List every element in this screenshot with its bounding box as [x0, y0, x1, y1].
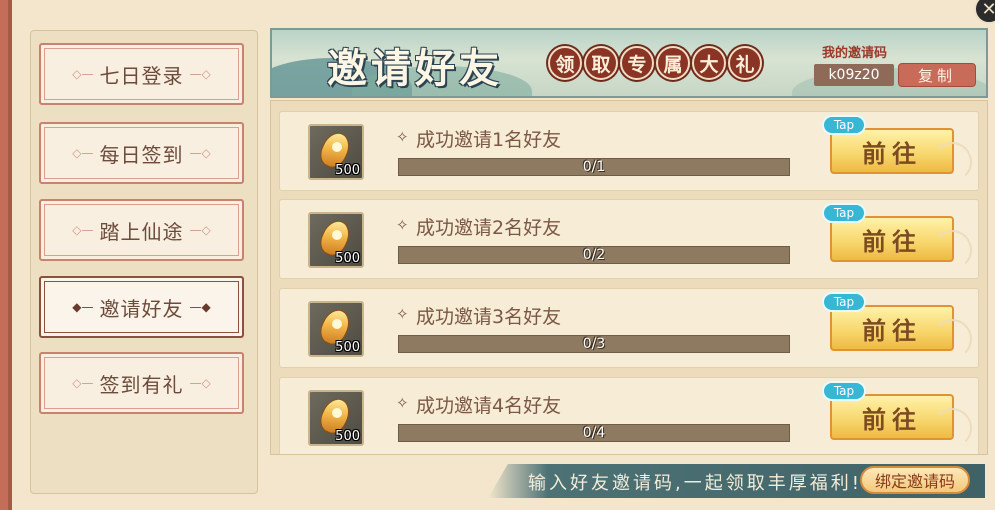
gem-highlight	[332, 408, 342, 418]
reward-quantity: 500	[335, 163, 360, 178]
cloud-swirl-decoration	[932, 142, 972, 182]
tap-badge: Tap	[822, 115, 866, 135]
gift-char: 领	[548, 46, 582, 80]
progress-bar: 0/2	[398, 246, 790, 264]
copy-button[interactable]: 复制	[898, 63, 976, 87]
task-row: 500 ✧ 成功邀请2名好友 0/2 Tap 前往	[279, 199, 979, 279]
banner-title: 邀请好友	[327, 45, 503, 92]
reward-item[interactable]: 500	[308, 212, 364, 268]
invite-code-label: 我的邀请码	[822, 46, 888, 61]
sidebar-item-daily-checkin[interactable]: ◇— 每日签到 —◇	[39, 122, 244, 184]
footer-prompt: 输入好友邀请码,一起领取丰厚福利!	[528, 473, 862, 494]
sidebar-item-label: 七日登录	[99, 63, 184, 88]
reward-item[interactable]: 500	[308, 390, 364, 446]
tap-badge: Tap	[822, 292, 866, 312]
sidebar: ◇— 七日登录 —◇ ◇— 每日签到 —◇ ◇— 踏上仙途 —◇ ◆— 邀请好友…	[30, 30, 258, 494]
task-row: 500 ✧ 成功邀请3名好友 0/3 Tap 前往	[279, 288, 979, 368]
task-label: 成功邀请4名好友	[416, 395, 562, 417]
sidebar-item-label: 踏上仙途	[99, 219, 184, 244]
sparkle-icon: ✧	[396, 216, 409, 234]
gem-highlight	[332, 142, 342, 152]
progress-bar: 0/1	[398, 158, 790, 176]
sidebar-item-journey[interactable]: ◇— 踏上仙途 —◇	[39, 199, 244, 261]
gift-char: 属	[656, 46, 690, 80]
gift-char: 礼	[728, 46, 762, 80]
diamond-ornament-icon: ◇—	[72, 67, 94, 81]
tap-badge: Tap	[822, 203, 866, 223]
diamond-ornament-icon: ◇—	[72, 146, 94, 160]
task-label: 成功邀请1名好友	[416, 129, 562, 151]
diamond-ornament-icon: ◇—	[72, 223, 94, 237]
reward-item[interactable]: 500	[308, 124, 364, 180]
diamond-ornament-icon: —◇	[189, 223, 211, 237]
sidebar-item-seven-day-login[interactable]: ◇— 七日登录 —◇	[39, 43, 244, 105]
progress-text: 0/1	[582, 159, 606, 175]
progress-bar: 0/4	[398, 424, 790, 442]
sparkle-icon: ✧	[396, 394, 409, 412]
progress-text: 0/4	[582, 425, 606, 441]
diamond-ornament-icon: ◆—	[72, 300, 94, 314]
close-icon: ✕	[981, 0, 995, 20]
task-list[interactable]: 500 ✧ 成功邀请1名好友 0/1 Tap 前往 500 ✧ 成功邀请2名好友…	[270, 100, 988, 455]
sidebar-item-label: 邀请好友	[99, 296, 184, 321]
gift-char: 取	[584, 46, 618, 80]
diamond-ornament-icon: —◇	[189, 67, 211, 81]
progress-text: 0/3	[582, 336, 606, 352]
gift-slogan: 领 取 专 属 大 礼	[548, 46, 762, 80]
sparkle-icon: ✧	[396, 128, 409, 146]
sidebar-item-checkin-gift[interactable]: ◇— 签到有礼 —◇	[39, 352, 244, 414]
gem-highlight	[332, 230, 342, 240]
diamond-ornament-icon: —◆	[189, 300, 211, 314]
task-label: 成功邀请3名好友	[416, 306, 562, 328]
diamond-ornament-icon: ◇—	[72, 376, 94, 390]
task-row: 500 ✧ 成功邀请4名好友 0/4 Tap 前往	[279, 377, 979, 454]
reward-quantity: 500	[335, 340, 360, 355]
sparkle-icon: ✧	[396, 305, 409, 323]
bind-invite-code-button[interactable]: 绑定邀请码	[860, 466, 970, 494]
progress-text: 0/2	[582, 247, 606, 263]
sidebar-item-label: 签到有礼	[99, 372, 184, 397]
diamond-ornament-icon: —◇	[189, 376, 211, 390]
reward-item[interactable]: 500	[308, 301, 364, 357]
task-label: 成功邀请2名好友	[416, 217, 562, 239]
diamond-ornament-icon: —◇	[189, 146, 211, 160]
invite-code-value: k09z20	[814, 64, 894, 86]
cloud-swirl-decoration	[932, 408, 972, 448]
invite-banner: 邀请好友 领 取 专 属 大 礼 我的邀请码 k09z20 复制	[270, 28, 988, 98]
sidebar-item-label: 每日签到	[99, 142, 184, 167]
reward-quantity: 500	[335, 251, 360, 266]
cloud-swirl-decoration	[932, 319, 972, 359]
gem-highlight	[332, 319, 342, 329]
tap-badge: Tap	[822, 381, 866, 401]
gift-char: 大	[692, 46, 726, 80]
gift-char: 专	[620, 46, 654, 80]
progress-bar: 0/3	[398, 335, 790, 353]
reward-quantity: 500	[335, 429, 360, 444]
sidebar-item-invite-friends[interactable]: ◆— 邀请好友 —◆	[39, 276, 244, 338]
cloud-swirl-decoration	[932, 230, 972, 270]
task-row: 500 ✧ 成功邀请1名好友 0/1 Tap 前往	[279, 111, 979, 191]
